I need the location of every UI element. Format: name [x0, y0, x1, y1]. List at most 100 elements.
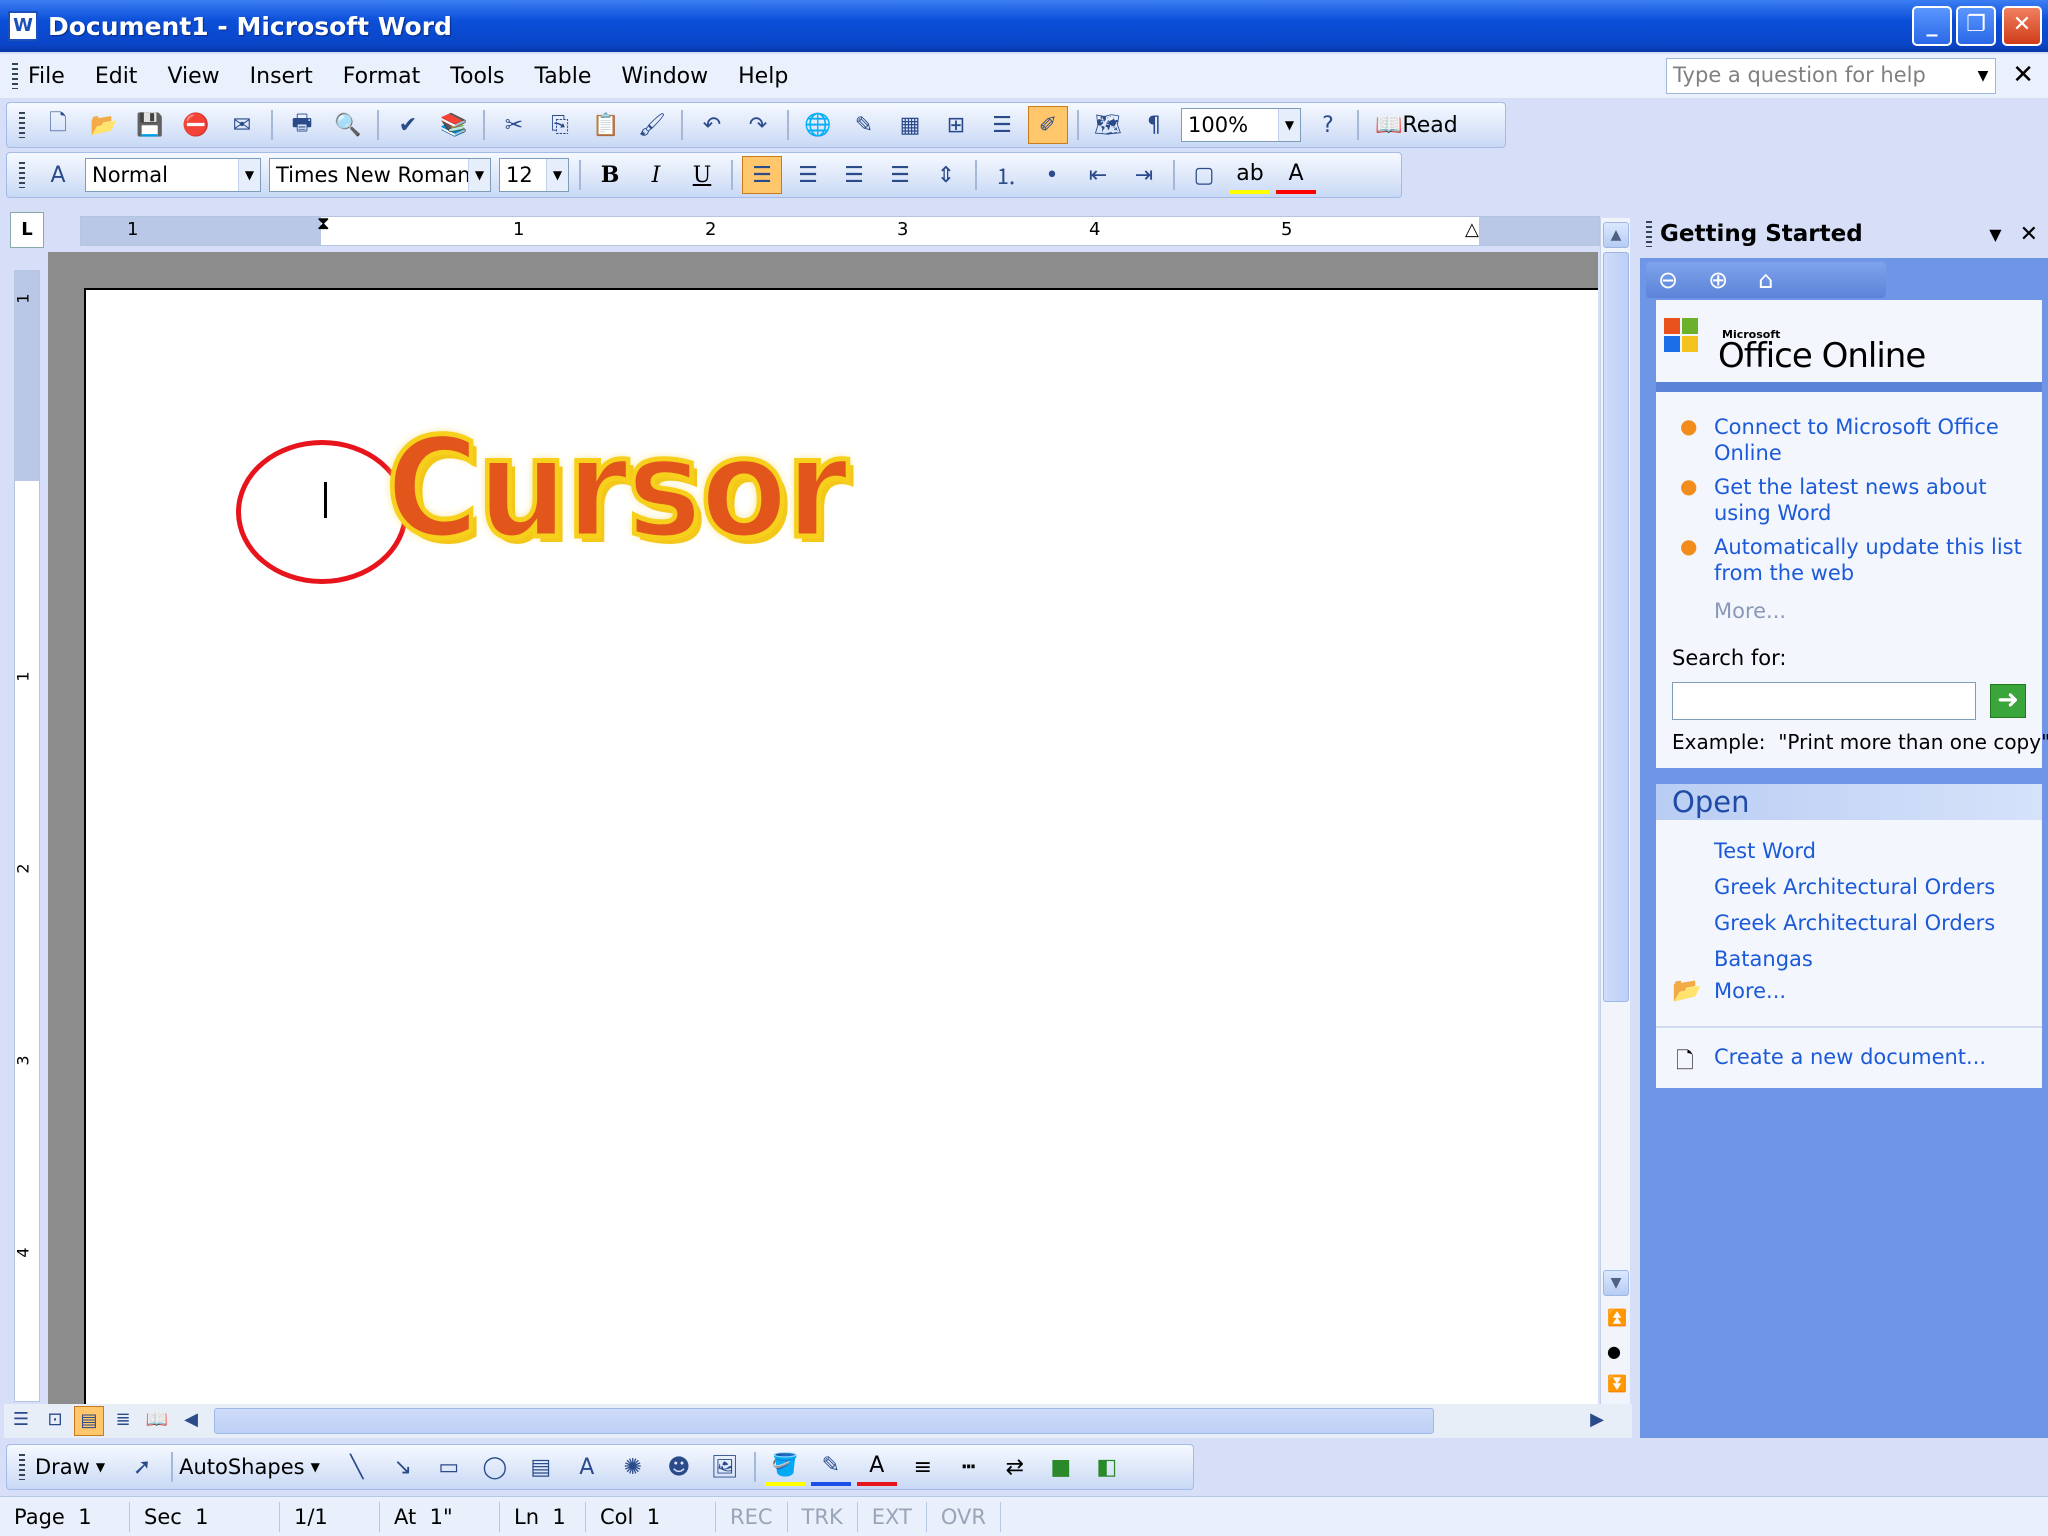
arrow-icon[interactable]: ↘ [383, 1448, 423, 1486]
line-style-icon[interactable]: ≡ [903, 1448, 943, 1486]
font-select[interactable]: Times New Roman ▼ [269, 158, 491, 192]
align-left-icon[interactable]: ☰ [742, 156, 782, 194]
help-icon[interactable]: ? [1308, 106, 1348, 144]
create-new-document-link[interactable]: Create a new document... [1714, 1044, 1986, 1070]
style-select[interactable]: Normal ▼ [85, 158, 261, 192]
oval-icon[interactable]: ◯ [475, 1448, 515, 1486]
clip-art-icon[interactable]: ☻ [659, 1448, 699, 1486]
scroll-left-icon[interactable]: ◀ [176, 1406, 206, 1436]
chevron-down-icon[interactable]: ▼ [1278, 109, 1300, 141]
normal-view-icon[interactable]: ☰ [6, 1406, 36, 1436]
text-box-icon[interactable]: ▤ [521, 1448, 561, 1486]
word-app-icon[interactable]: W [8, 11, 38, 41]
line-color-icon[interactable]: ✎ [810, 1448, 851, 1486]
line-spacing-icon[interactable]: ⇕ [926, 156, 966, 194]
next-page-icon[interactable]: ⏬ [1607, 1374, 1627, 1393]
fill-color-icon[interactable]: 🪣 [764, 1448, 805, 1486]
columns-icon[interactable]: ☰ [982, 106, 1022, 144]
close-button[interactable]: ✕ [2002, 6, 2042, 46]
menu-file[interactable]: File [28, 64, 65, 89]
minimize-button[interactable]: _ [1912, 6, 1952, 46]
cut-icon[interactable]: ✂ [494, 106, 534, 144]
link-latest-news[interactable]: Get the latest news about using Word [1714, 474, 2034, 526]
right-indent-marker-icon[interactable]: △ [1465, 219, 1479, 240]
justify-icon[interactable]: ☰ [880, 156, 920, 194]
open-folder-icon[interactable]: 📂 [84, 106, 124, 144]
permission-icon[interactable]: ⛔ [176, 106, 216, 144]
picture-icon[interactable]: 🖼 [705, 1448, 745, 1486]
dash-style-icon[interactable]: ┅ [949, 1448, 989, 1486]
vertical-scrollbar[interactable]: ▲ ▼ ⏫ ● ⏬ [1600, 218, 1630, 1404]
toolbar-grip[interactable] [19, 112, 25, 138]
align-center-icon[interactable]: ☰ [788, 156, 828, 194]
pane-menu-chevron-icon[interactable]: ▼ [1989, 225, 2001, 244]
font-color-icon[interactable]: A [1276, 156, 1316, 194]
close-document-icon[interactable]: ✕ [2012, 60, 2034, 90]
arrow-style-icon[interactable]: ⇄ [995, 1448, 1035, 1486]
copy-icon[interactable]: ⎘ [540, 106, 580, 144]
menu-format[interactable]: Format [343, 64, 421, 89]
indent-marker-icon[interactable]: ⧗ [317, 213, 330, 234]
status-ovr[interactable]: OVR [927, 1501, 1001, 1532]
search-go-button[interactable]: ➜ [1990, 684, 2026, 718]
drawing-icon[interactable]: ✐ [1028, 106, 1068, 144]
bold-button[interactable]: B [590, 156, 630, 194]
increase-indent-icon[interactable]: ⇥ [1124, 156, 1164, 194]
forward-icon[interactable]: ⊕ [1708, 266, 1728, 294]
chevron-down-icon[interactable]: ▼ [1971, 59, 1995, 93]
web-layout-icon[interactable]: ⊡ [40, 1406, 70, 1436]
chevron-down-icon[interactable]: ▼ [238, 159, 260, 191]
numbering-icon[interactable]: ⒈ [986, 156, 1026, 194]
print-icon[interactable]: 🖶 [282, 106, 322, 144]
scroll-up-icon[interactable]: ▲ [1603, 222, 1629, 248]
zoom-select[interactable]: 100% ▼ [1181, 108, 1301, 142]
link-connect-office-online[interactable]: Connect to Microsoft Office Online [1714, 414, 2034, 466]
line-icon[interactable]: ╲ [337, 1448, 377, 1486]
italic-button[interactable]: I [636, 156, 676, 194]
research-icon[interactable]: 📚 [434, 106, 474, 144]
vertical-scroll-thumb[interactable] [1603, 252, 1629, 1002]
status-trk[interactable]: TRK [788, 1501, 858, 1532]
wordart-text[interactable]: Cursor [384, 417, 851, 560]
styles-formatting-icon[interactable]: A [38, 156, 78, 194]
scroll-down-icon[interactable]: ▼ [1603, 1270, 1629, 1296]
outline-view-icon[interactable]: ≣ [108, 1406, 138, 1436]
show-hide-paragraph-icon[interactable]: ¶ [1134, 106, 1174, 144]
rectangle-icon[interactable]: ▭ [429, 1448, 469, 1486]
recent-file[interactable]: Greek Architectural Orders [1714, 874, 1995, 900]
scroll-right-icon[interactable]: ▶ [1582, 1406, 1612, 1436]
decrease-indent-icon[interactable]: ⇤ [1078, 156, 1118, 194]
email-icon[interactable]: ✉ [222, 106, 262, 144]
menu-view[interactable]: View [167, 64, 219, 89]
help-search-input[interactable]: Type a question for help ▼ [1666, 58, 1996, 94]
menu-table[interactable]: Table [535, 64, 592, 89]
draw-menu-button[interactable]: Draw [35, 1455, 90, 1479]
redo-icon[interactable]: ↷ [738, 106, 778, 144]
insert-table-icon[interactable]: ▦ [890, 106, 930, 144]
tables-borders-icon[interactable]: ✎ [844, 106, 884, 144]
paste-icon[interactable]: 📋 [586, 106, 626, 144]
toolbar-grip[interactable] [19, 162, 25, 188]
wordart-icon[interactable]: A [567, 1448, 607, 1486]
insert-excel-icon[interactable]: ⊞ [936, 106, 976, 144]
recent-file[interactable]: Test Word [1714, 838, 1816, 864]
save-icon[interactable]: 💾 [130, 106, 170, 144]
diagram-icon[interactable]: ✺ [613, 1448, 653, 1486]
chevron-down-icon[interactable]: ▼ [546, 159, 568, 191]
chevron-down-icon[interactable]: ▼ [468, 159, 490, 191]
align-right-icon[interactable]: ☰ [834, 156, 874, 194]
vertical-ruler[interactable]: 1 1 2 3 4 [14, 270, 40, 1402]
status-ext[interactable]: EXT [858, 1501, 927, 1532]
shadow-style-icon[interactable]: ■ [1041, 1448, 1081, 1486]
reading-layout-icon[interactable]: 📖 [142, 1406, 172, 1436]
chevron-down-icon[interactable]: ▼ [96, 1460, 105, 1474]
print-preview-icon[interactable]: 🔍 [328, 106, 368, 144]
border-icon[interactable]: ▢ [1184, 156, 1224, 194]
font-size-select[interactable]: 12 ▼ [499, 158, 569, 192]
autoshapes-menu-button[interactable]: AutoShapes [179, 1455, 304, 1479]
pane-close-icon[interactable]: ✕ [2020, 222, 2038, 247]
pane-grip[interactable] [1646, 221, 1652, 247]
print-layout-icon[interactable]: ▤ [74, 1406, 104, 1436]
underline-button[interactable]: U [682, 156, 722, 194]
menu-tools[interactable]: Tools [450, 64, 504, 89]
